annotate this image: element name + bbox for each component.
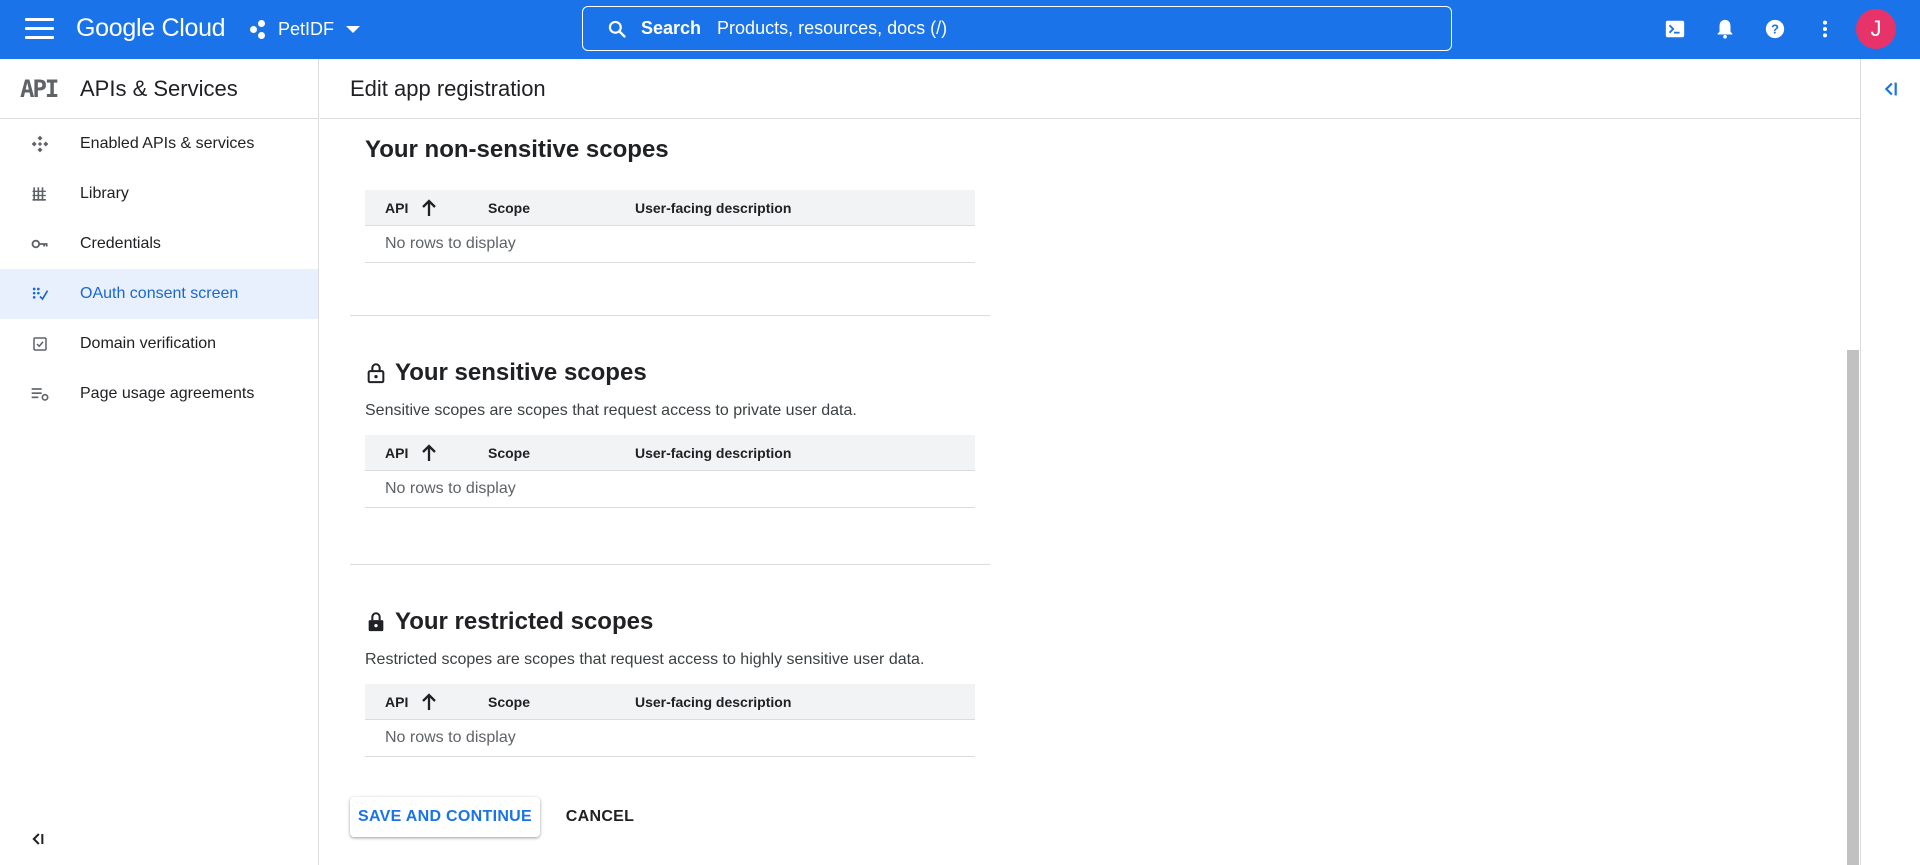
sidebar-item-domain-verification[interactable]: Domain verification <box>0 319 318 369</box>
avatar[interactable]: J <box>1856 9 1896 49</box>
arrow-up-icon[interactable] <box>420 443 438 463</box>
sidebar-item-credentials[interactable]: Credentials <box>0 219 318 269</box>
scopes-table: API Scope User-facing description No row… <box>365 435 975 508</box>
checkbox-icon <box>0 335 80 353</box>
page-header: Edit app registration <box>320 59 1860 119</box>
empty-row: No rows to display <box>385 729 516 746</box>
right-panel <box>1860 59 1920 865</box>
col-api-label: API <box>385 693 409 710</box>
menu-icon[interactable] <box>25 18 54 40</box>
table-header: API Scope User-facing description <box>365 190 975 226</box>
col-api-label: API <box>385 199 409 216</box>
cloud-shell-icon[interactable] <box>1660 14 1690 44</box>
col-description: User-facing description <box>635 693 792 710</box>
cancel-button[interactable]: CANCEL <box>560 797 640 837</box>
api-logo: API <box>20 74 59 103</box>
section-divider <box>350 564 990 565</box>
col-api[interactable]: API <box>365 198 488 218</box>
project-name: PetIDF <box>278 19 335 39</box>
key-icon <box>0 234 80 254</box>
sidebar-item-label: OAuth consent screen <box>80 285 239 302</box>
oauth-icon <box>0 284 80 304</box>
library-icon <box>0 184 80 204</box>
empty-row: No rows to display <box>385 480 516 497</box>
more-vert-icon[interactable] <box>1810 14 1840 44</box>
sidebar-title: APIs & Services <box>80 75 238 101</box>
search-placeholder: Products, resources, docs (/) <box>717 18 948 38</box>
sidebar-item-library[interactable]: Library <box>0 169 318 219</box>
scopes-table: API Scope User-facing description No row… <box>365 684 975 757</box>
chevron-down-icon <box>346 26 361 33</box>
col-api-label: API <box>385 444 409 461</box>
sidebar-item-label: Enabled APIs & services <box>80 135 255 152</box>
project-selector[interactable]: PetIDF <box>250 14 361 45</box>
sidebar-item-label: Domain verification <box>80 335 217 352</box>
page-title: Edit app registration <box>350 75 546 101</box>
sidebar: API APIs & Services Enabled APIs & servi… <box>0 59 319 865</box>
empty-row: No rows to display <box>385 235 516 252</box>
sidebar-item-page-usage[interactable]: Page usage agreements <box>0 369 318 419</box>
search-input[interactable]: Search Products, resources, docs (/) <box>582 6 1452 51</box>
arrow-up-icon[interactable] <box>420 198 438 218</box>
sidebar-item-oauth-consent[interactable]: OAuth consent screen <box>0 269 318 319</box>
scrollbar-thumb[interactable] <box>1847 350 1859 865</box>
col-scope: Scope <box>488 199 531 216</box>
enabled-apis-icon <box>0 134 80 154</box>
help-icon[interactable]: ? <box>1760 14 1790 44</box>
sensitive-scopes-section: Your sensitive scopes Sensitive scopes a… <box>365 359 1295 508</box>
notifications-icon[interactable] <box>1710 14 1740 44</box>
search-icon <box>608 20 626 38</box>
collapse-sidebar-icon[interactable] <box>28 829 48 854</box>
col-description: User-facing description <box>635 444 792 461</box>
section-description: Sensitive scopes are scopes that request… <box>365 402 857 419</box>
table-header: API Scope User-facing description <box>365 435 975 471</box>
project-icon <box>250 19 270 40</box>
col-api[interactable]: API <box>365 692 488 712</box>
non-sensitive-scopes-section: Your non-sensitive scopes API Scope User… <box>365 136 1295 263</box>
sidebar-header: API APIs & Services <box>0 59 318 119</box>
main-content: Your non-sensitive scopes API Scope User… <box>320 120 1847 865</box>
section-heading: Your restricted scopes <box>365 608 1295 636</box>
col-scope: Scope <box>488 693 531 710</box>
search-label: Search <box>641 18 702 38</box>
restricted-scopes-section: Your restricted scopes Restricted scopes… <box>365 608 1295 757</box>
sidebar-item-label: Library <box>80 185 129 202</box>
top-bar: Google Cloud PetIDF Search Products, res… <box>0 0 1920 59</box>
section-title: Your non-sensitive scopes <box>365 136 669 163</box>
svg-text:?: ? <box>1771 22 1779 37</box>
sidebar-item-enabled-apis[interactable]: Enabled APIs & services <box>0 119 318 169</box>
section-heading: Your sensitive scopes <box>365 359 1295 387</box>
section-divider <box>350 315 990 316</box>
scopes-table: API Scope User-facing description No row… <box>365 190 975 263</box>
section-description: Restricted scopes are scopes that reques… <box>365 651 925 668</box>
col-description: User-facing description <box>635 199 792 216</box>
lock-open-icon <box>367 363 385 384</box>
lock-icon <box>368 612 384 632</box>
google-cloud-logo[interactable]: Google Cloud <box>76 14 226 43</box>
col-scope: Scope <box>488 444 531 461</box>
arrow-up-icon[interactable] <box>420 692 438 712</box>
save-and-continue-button[interactable]: SAVE AND CONTINUE <box>350 797 540 837</box>
col-api[interactable]: API <box>365 443 488 463</box>
settings-list-icon <box>0 384 80 404</box>
sidebar-item-label: Page usage agreements <box>80 385 255 402</box>
sidebar-item-label: Credentials <box>80 235 161 252</box>
expand-panel-icon[interactable] <box>1879 78 1901 105</box>
section-title: Your sensitive scopes <box>395 359 647 386</box>
section-title: Your restricted scopes <box>395 608 654 635</box>
table-header: API Scope User-facing description <box>365 684 975 720</box>
